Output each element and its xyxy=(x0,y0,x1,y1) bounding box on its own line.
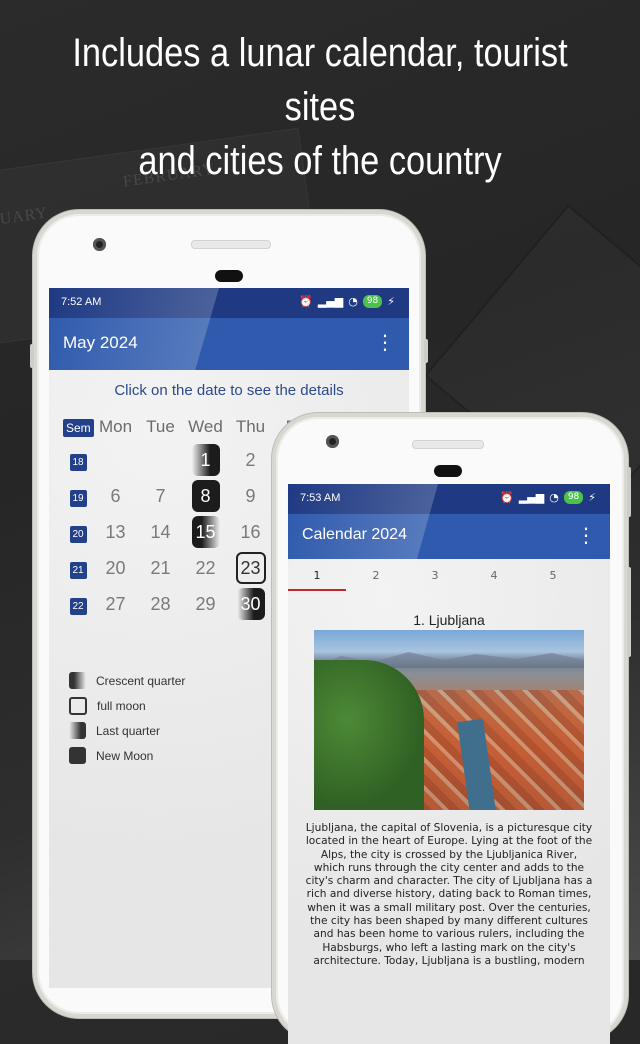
earpiece-speaker xyxy=(412,440,484,449)
calendar-day[interactable]: 22 xyxy=(183,558,228,579)
status-time: 7:52 AM xyxy=(61,296,102,308)
moon-phase-swatch-icon xyxy=(69,747,86,764)
moon-phase-day-marker[interactable]: 1 xyxy=(191,444,220,476)
status-bar: 7:53 AM ⏰ ▂▄▆ ◔ 98 ⚡ xyxy=(288,484,610,514)
alarm-icon: ⏰ xyxy=(500,491,514,504)
promo-headline: Includes a lunar calendar, tourist sites… xyxy=(45,26,595,188)
moon-phase-day-marker[interactable]: 8 xyxy=(191,480,220,512)
status-time: 7:53 AM xyxy=(300,492,341,504)
city-tab[interactable]: 2 xyxy=(347,569,405,582)
city-description: Ljubljana, the capital of Slovenia, is a… xyxy=(305,822,593,967)
calendar-day[interactable]: 16 xyxy=(228,522,273,543)
moon-phase-day-marker[interactable]: 15 xyxy=(191,516,220,548)
active-tab-indicator xyxy=(288,589,346,591)
calendar-day[interactable]: 23 xyxy=(228,552,273,584)
day-header: Mon xyxy=(98,417,133,436)
calendar-day[interactable]: 1 xyxy=(183,444,228,476)
front-camera xyxy=(93,238,106,251)
day-header: Tue xyxy=(146,417,175,436)
legend-label: full moon xyxy=(97,698,146,713)
city-tab[interactable]: 1 xyxy=(288,569,346,582)
legend-item: New Moon xyxy=(69,743,185,768)
volume-button xyxy=(627,567,631,657)
week-column-header: Sem xyxy=(63,419,94,437)
city-tab[interactable]: 4 xyxy=(465,569,523,582)
app-bar: Calendar 2024 ⋮ xyxy=(288,514,610,559)
calendar-day[interactable]: 13 xyxy=(93,522,138,543)
week-number-badge: 19 xyxy=(69,490,87,507)
app-bar-title: Calendar 2024 xyxy=(302,526,407,543)
moon-phase-legend: Crescent quarter full moon Last quarter New… xyxy=(69,668,185,768)
calendar-day[interactable]: 9 xyxy=(228,486,273,507)
calendar-day[interactable]: 20 xyxy=(93,558,138,579)
week-number-badge: 21 xyxy=(69,562,87,579)
calendar-hint: Click on the date to see the details xyxy=(114,382,344,399)
proximity-sensor xyxy=(434,465,462,477)
week-number-badge: 18 xyxy=(69,454,87,471)
day-header: Wed xyxy=(188,417,223,436)
legend-item: full moon xyxy=(69,693,185,718)
calendar-day[interactable]: 28 xyxy=(138,594,183,615)
legend-label: Last quarter xyxy=(96,723,161,738)
calendar-day[interactable]: 14 xyxy=(138,522,183,543)
city-title: 1. Ljubljana xyxy=(413,612,485,628)
front-camera xyxy=(326,435,339,448)
moon-phase-swatch-icon xyxy=(69,722,86,739)
moon-phase-day-marker[interactable]: 23 xyxy=(235,552,266,584)
legend-label: New Moon xyxy=(96,748,154,763)
calendar-day[interactable]: 6 xyxy=(93,486,138,507)
app-bar-title: May 2024 xyxy=(63,333,138,352)
week-number-badge: 22 xyxy=(69,598,87,615)
phone-frame-cities: 7:53 AM ⏰ ▂▄▆ ◔ 98 ⚡ Calendar 2024 ⋮ 123… xyxy=(272,413,631,1044)
headline-line-2: and cities of the country xyxy=(138,139,502,183)
wifi-icon: ◔ xyxy=(348,295,358,308)
alarm-icon: ⏰ xyxy=(299,295,313,308)
signal-icon: ▂▄▆ xyxy=(518,491,545,504)
calendar-day[interactable]: 21 xyxy=(138,558,183,579)
city-tab[interactable]: 5 xyxy=(524,569,582,582)
legend-item: Last quarter xyxy=(69,718,185,743)
power-button xyxy=(627,467,631,517)
wifi-icon: ◔ xyxy=(549,491,559,504)
city-photo xyxy=(314,630,584,810)
signal-icon: ▂▄▆ xyxy=(317,295,344,308)
city-tab[interactable]: 3 xyxy=(406,569,464,582)
app-bar: May 2024 ⋮ xyxy=(49,318,409,370)
battery-icon: 98 xyxy=(563,491,584,504)
charging-icon: ⚡ xyxy=(588,491,596,504)
proximity-sensor xyxy=(215,270,243,282)
volume-button xyxy=(30,344,34,368)
cities-screen: 7:53 AM ⏰ ▂▄▆ ◔ 98 ⚡ Calendar 2024 ⋮ 123… xyxy=(288,484,610,1044)
headline-line-1: Includes a lunar calendar, tourist sites xyxy=(72,31,568,129)
calendar-day[interactable]: 30 xyxy=(228,588,273,620)
power-button xyxy=(424,339,428,363)
calendar-day[interactable]: 27 xyxy=(93,594,138,615)
battery-icon: 98 xyxy=(362,295,383,308)
calendar-day[interactable]: 29 xyxy=(183,594,228,615)
photo-rooftops xyxy=(404,690,584,810)
legend-item: Crescent quarter xyxy=(69,668,185,693)
more-vertical-icon[interactable]: ⋮ xyxy=(576,525,596,545)
week-number-badge: 20 xyxy=(69,526,87,543)
charging-icon: ⚡ xyxy=(387,295,395,308)
more-vertical-icon[interactable]: ⋮ xyxy=(375,332,395,352)
photo-castle-hill xyxy=(314,660,424,810)
status-bar: 7:52 AM ⏰ ▂▄▆ ◔ 98 ⚡ xyxy=(49,288,409,318)
calendar-day[interactable]: 7 xyxy=(138,486,183,507)
day-header: Thu xyxy=(235,417,266,436)
calendar-day[interactable]: 2 xyxy=(228,450,273,471)
city-tabs: 12345 xyxy=(288,559,610,595)
moon-phase-swatch-icon xyxy=(69,672,86,689)
earpiece-speaker xyxy=(191,240,271,249)
legend-label: Crescent quarter xyxy=(96,673,186,688)
calendar-day[interactable]: 8 xyxy=(183,480,228,512)
moon-phase-day-marker[interactable]: 30 xyxy=(236,588,265,620)
moon-phase-swatch-icon xyxy=(69,696,87,715)
calendar-day[interactable]: 15 xyxy=(183,516,228,548)
